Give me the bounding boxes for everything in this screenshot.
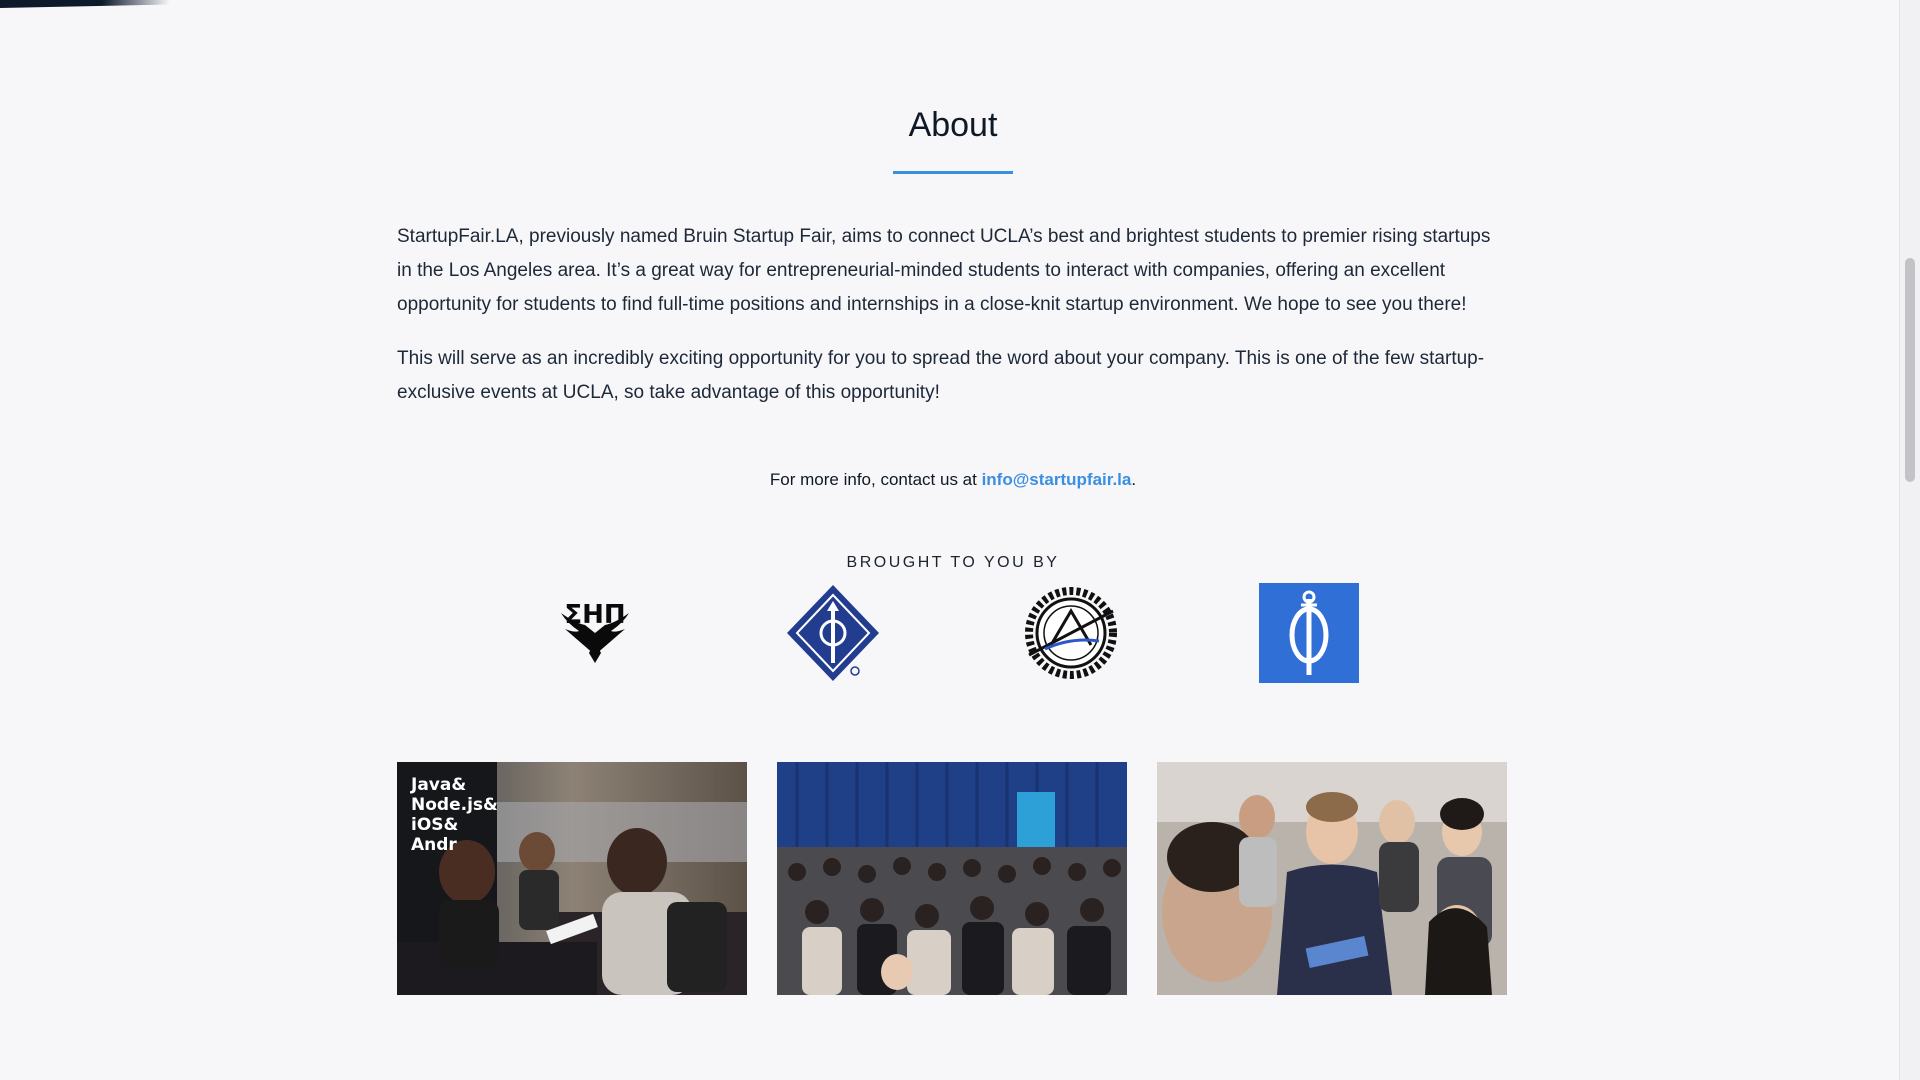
scrollbar-thumb[interactable]: [1905, 258, 1915, 482]
theta-blue-logo[interactable]: [1259, 583, 1359, 683]
about-body: StartupFair.LA, previously named Bruin S…: [397, 220, 1497, 430]
about-section: About StartupFair.LA, previously named B…: [0, 0, 1900, 1080]
about-paragraph-1: StartupFair.LA, previously named Bruin S…: [397, 226, 1491, 315]
event-photo-booth: Java& Node.js& iOS& Andr: [397, 762, 747, 995]
event-photo-crowd: [777, 762, 1127, 995]
about-title: About: [908, 106, 998, 144]
gear-seal-logo[interactable]: [1021, 583, 1121, 683]
page-scrollbar[interactable]: [1899, 0, 1920, 1080]
contact-line: For more info, contact us at info@startu…: [0, 470, 1906, 490]
event-photo-students: [1157, 762, 1507, 995]
sigma-eta-pi-eagle-logo[interactable]: ΣΗΠ: [545, 583, 645, 683]
photo-banner-line-1: Java&: [410, 775, 466, 795]
photo-banner-line-2: Node.js&: [411, 795, 498, 815]
title-underline: [893, 171, 1013, 174]
contact-email-link[interactable]: info@startupfair.la: [982, 470, 1132, 489]
diamond-logo[interactable]: [783, 583, 883, 683]
contact-suffix: .: [1131, 470, 1137, 489]
sponsors-heading: BROUGHT TO YOU BY: [846, 554, 1060, 571]
photo-banner-line-4: Andr: [411, 835, 457, 855]
sigma-eta-pi-letters: ΣΗΠ: [564, 600, 625, 630]
about-paragraph-2: This will serve as an incredibly excitin…: [397, 348, 1485, 403]
photo-banner-line-3: iOS&: [411, 815, 459, 835]
contact-prefix: For more info, contact us at: [769, 470, 982, 489]
